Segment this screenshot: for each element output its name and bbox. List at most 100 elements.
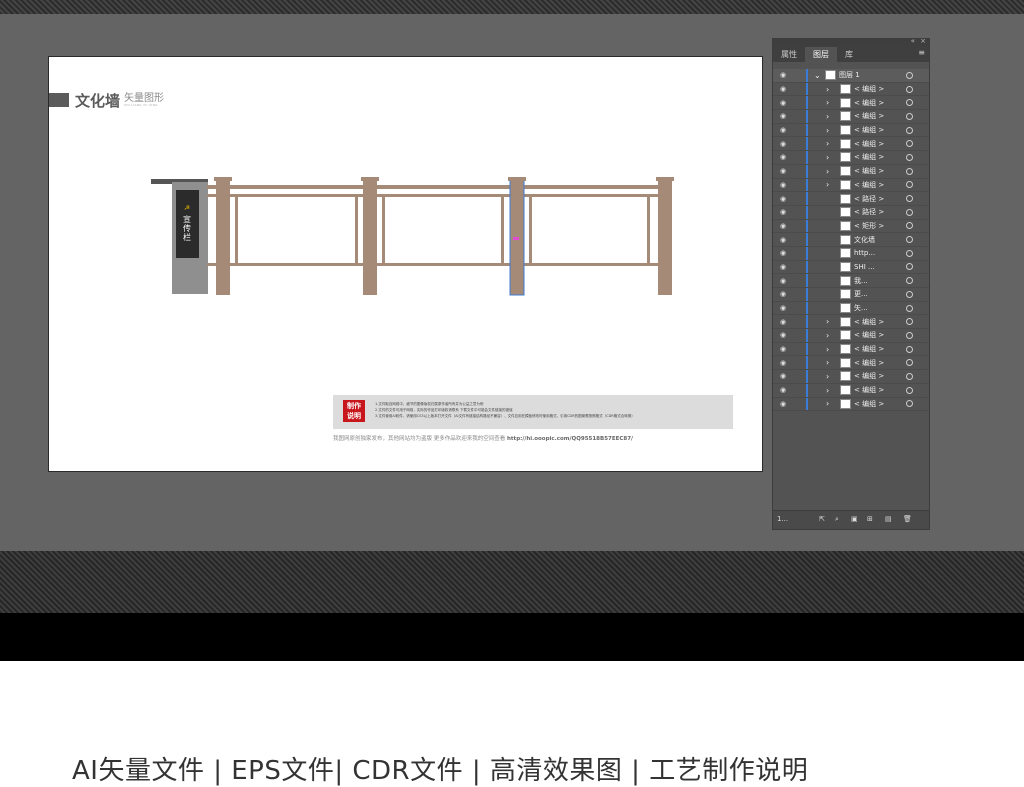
target-circle-icon[interactable] [906,277,913,285]
visibility-eye-icon[interactable]: ◉ [776,290,790,298]
layer-row[interactable]: ◉ › < 编组 > [773,164,929,179]
visibility-eye-icon[interactable]: ◉ [776,71,790,79]
target-circle-icon[interactable] [906,263,913,271]
target-circle-icon[interactable] [906,249,913,257]
layer-row[interactable]: ◉ 文化墙 [773,233,929,247]
visibility-eye-icon[interactable]: ◉ [776,85,790,93]
visibility-eye-icon[interactable]: ◉ [776,372,790,380]
layer-row[interactable]: ◉ › < 编组 > [773,383,929,398]
target-circle-icon[interactable] [906,318,913,326]
target-circle-icon[interactable] [906,140,913,148]
target-circle-icon[interactable] [906,99,913,107]
chevron-right-icon[interactable]: › [826,180,836,189]
visibility-eye-icon[interactable]: ◉ [776,249,790,257]
footer-url[interactable]: http://hi.ooopic.com/QQ95518B57EEC87/ [507,436,633,442]
target-circle-icon[interactable] [906,167,913,175]
target-circle-icon[interactable] [906,112,913,120]
search-icon[interactable]: ⌕ [835,515,839,524]
layer-row[interactable]: ◉ › < 编组 > [773,356,929,371]
target-circle-icon[interactable] [906,71,913,79]
panel-close-icon[interactable]: × [920,37,926,45]
chevron-right-icon[interactable]: › [826,386,836,395]
chevron-right-icon[interactable]: › [826,167,836,176]
target-circle-icon[interactable] [906,195,913,203]
visibility-eye-icon[interactable]: ◉ [776,359,790,367]
visibility-eye-icon[interactable]: ◉ [776,112,790,120]
visibility-eye-icon[interactable]: ◉ [776,263,790,271]
chevron-right-icon[interactable]: › [826,331,836,340]
target-circle-icon[interactable] [906,126,913,134]
chevron-right-icon[interactable]: › [826,358,836,367]
target-circle-icon[interactable] [906,222,913,230]
chevron-right-icon[interactable]: › [826,139,836,148]
visibility-eye-icon[interactable]: ◉ [776,304,790,312]
target-circle-icon[interactable] [906,290,913,298]
visibility-eye-icon[interactable]: ◉ [776,140,790,148]
layer-row[interactable]: ◉ › < 编组 > [773,397,929,412]
target-circle-icon[interactable] [906,386,913,394]
visibility-eye-icon[interactable]: ◉ [776,331,790,339]
tab-layers[interactable]: 图层 [805,47,837,62]
layer-row[interactable]: ◉ › < 编组 > [773,137,929,152]
visibility-eye-icon[interactable]: ◉ [776,99,790,107]
target-circle-icon[interactable] [906,85,913,93]
visibility-eye-icon[interactable]: ◉ [776,126,790,134]
export-icon[interactable]: ⇱ [819,515,825,523]
artboard[interactable]: 文化墙 矢量图形 SHI LIANG TU XING ☭ 宣 传 栏 制作 说明… [48,56,763,472]
layer-row[interactable]: ◉ < 路径 > [773,205,929,220]
chevron-right-icon[interactable]: › [826,112,836,121]
target-circle-icon[interactable] [906,331,913,339]
chevron-down-icon[interactable]: ⌄ [814,71,824,80]
target-circle-icon[interactable] [906,208,913,216]
layer-row[interactable]: ◉ 更... [773,288,929,302]
visibility-eye-icon[interactable]: ◉ [776,195,790,203]
layers-panel[interactable]: « × 属性 图层 库 ≡ ◉ ⌄ 图层 1 ◉ › < 编组 > ◉ › < 编组 > ◉… [772,37,930,530]
layer-row[interactable]: ◉ < 路径 > [773,192,929,206]
new-sublayer-icon[interactable]: ⊞ [867,515,873,523]
visibility-eye-icon[interactable]: ◉ [776,167,790,175]
layer-row[interactable]: ◉ 我... [773,274,929,288]
chevron-right-icon[interactable]: › [826,126,836,135]
visibility-eye-icon[interactable]: ◉ [776,386,790,394]
layer-row[interactable]: ◉ › < 编组 > [773,123,929,138]
chevron-right-icon[interactable]: › [826,317,836,326]
panel-menu-icon[interactable]: ≡ [918,48,925,57]
tab-libraries[interactable]: 库 [837,47,861,62]
chevron-right-icon[interactable]: › [826,399,836,408]
visibility-eye-icon[interactable]: ◉ [776,153,790,161]
new-layer-icon[interactable]: ▤ [885,515,892,523]
layer-row[interactable]: ◉ › < 编组 > [773,370,929,384]
target-circle-icon[interactable] [906,400,913,408]
layer-row[interactable]: ◉ › < 编组 > [773,315,929,330]
layer-row-top[interactable]: ◉ ⌄ 图层 1 [773,69,929,83]
visibility-eye-icon[interactable]: ◉ [776,222,790,230]
visibility-eye-icon[interactable]: ◉ [776,236,790,244]
layer-row[interactable]: ◉ › < 编组 > [773,151,929,165]
chevron-right-icon[interactable]: › [826,345,836,354]
layer-row[interactable]: ◉ SHI ... [773,260,929,275]
layer-row[interactable]: ◉ http... [773,246,929,261]
chevron-right-icon[interactable]: › [826,153,836,162]
visibility-eye-icon[interactable]: ◉ [776,400,790,408]
visibility-eye-icon[interactable]: ◉ [776,208,790,216]
chevron-right-icon[interactable]: › [826,85,836,94]
target-circle-icon[interactable] [906,153,913,161]
layer-row[interactable]: ◉ › < 编组 > [773,82,929,97]
trash-icon[interactable]: 🗑 [903,515,912,523]
target-circle-icon[interactable] [906,372,913,380]
visibility-eye-icon[interactable]: ◉ [776,181,790,189]
visibility-eye-icon[interactable]: ◉ [776,345,790,353]
chevron-right-icon[interactable]: › [826,372,836,381]
chevron-right-icon[interactable]: › [826,98,836,107]
tab-properties[interactable]: 属性 [773,47,805,62]
visibility-eye-icon[interactable]: ◉ [776,318,790,326]
layer-row[interactable]: ◉ 矢... [773,301,929,316]
panel-collapse-icon[interactable]: « [911,37,915,45]
layer-row[interactable]: ◉ › < 编组 > [773,110,929,124]
layer-row[interactable]: ◉ › < 编组 > [773,96,929,111]
layer-row[interactable]: ◉ › < 编组 > [773,329,929,343]
layer-row[interactable]: ◉ < 矩形 > [773,219,929,234]
target-circle-icon[interactable] [906,304,913,312]
target-circle-icon[interactable] [906,345,913,353]
visibility-eye-icon[interactable]: ◉ [776,277,790,285]
